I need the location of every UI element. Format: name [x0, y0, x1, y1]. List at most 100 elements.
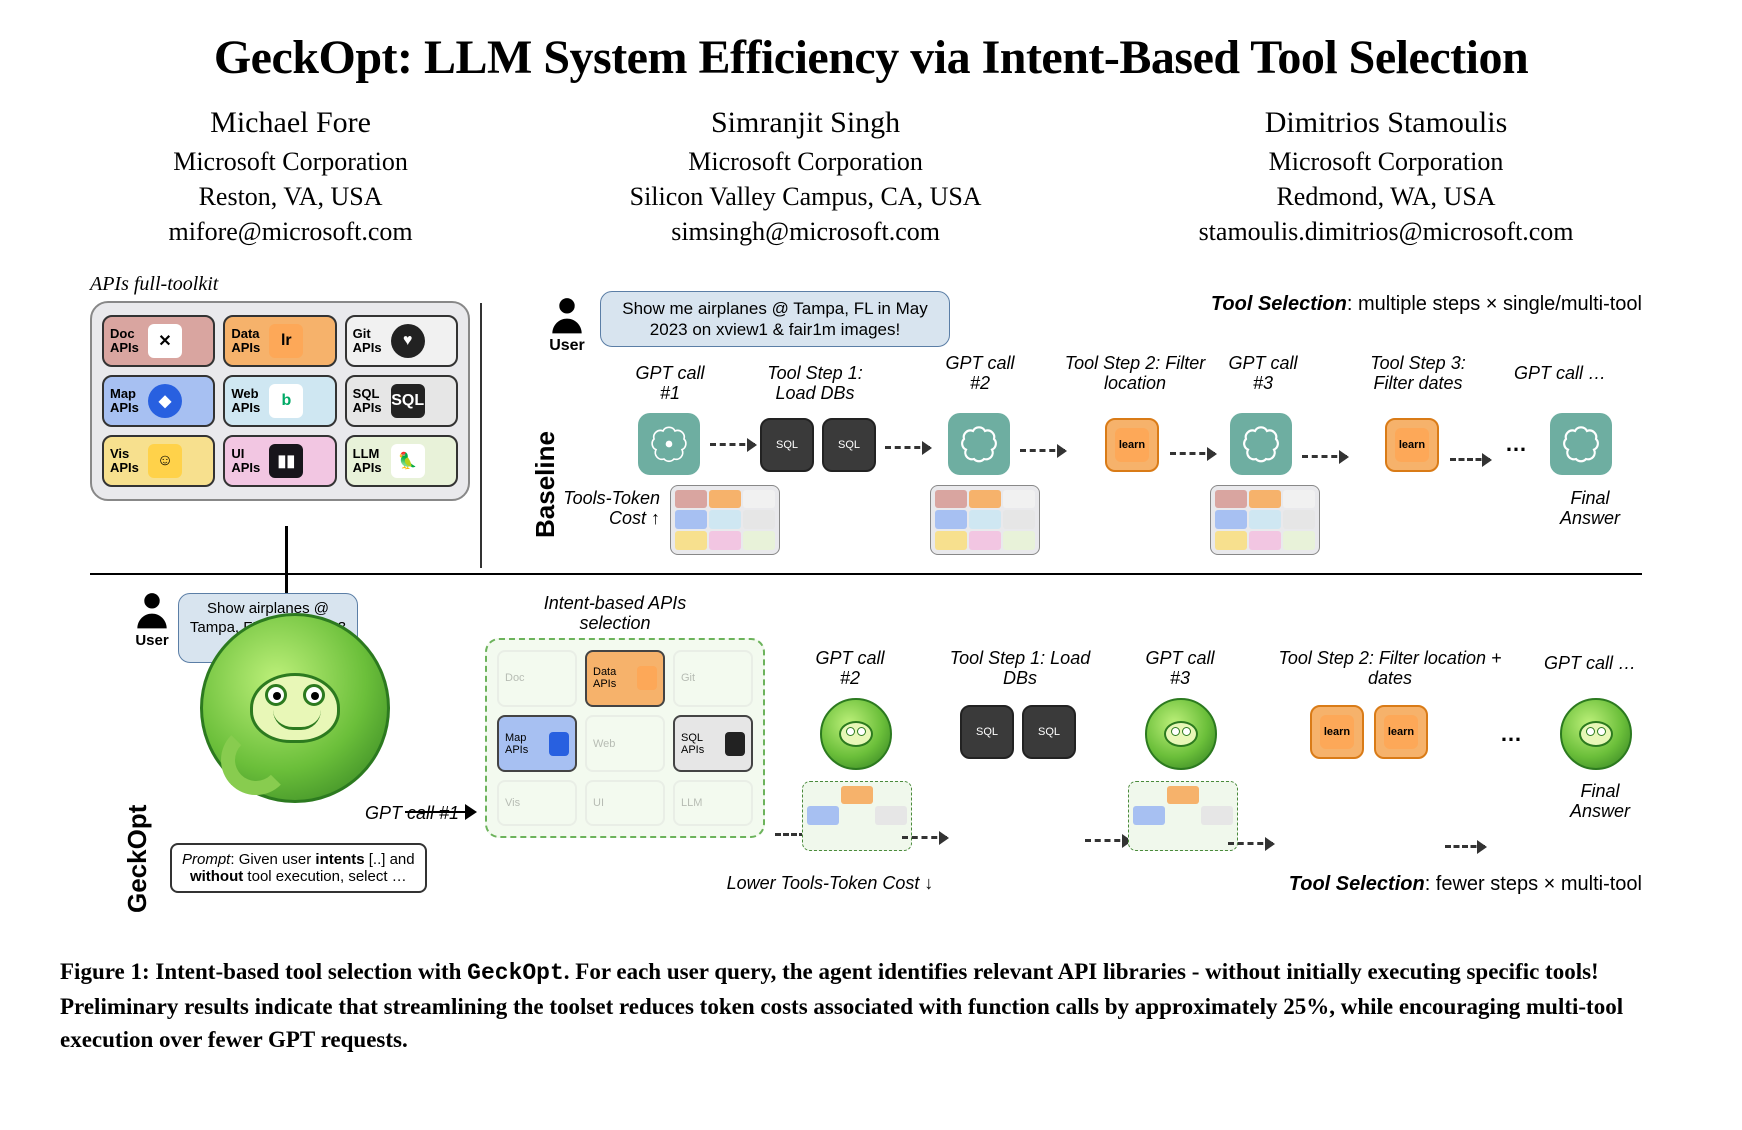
db-icon: SQL — [1022, 705, 1076, 759]
gpt-icon-1 — [638, 413, 700, 475]
gecko-logo-big — [200, 613, 390, 803]
api-card-map: Map APIs◆ — [102, 375, 215, 427]
page: GeckOpt: LLM System Efficiency via Inten… — [0, 0, 1742, 1077]
arrow-icon — [1170, 452, 1215, 455]
label-gptN: GPT call … — [1500, 363, 1620, 384]
label-tokens-down: Lower Tools-Token Cost ↓ — [680, 873, 980, 894]
author-loc: Silicon Valley Campus, CA, USA — [630, 179, 982, 214]
label-gptN-g: GPT call … — [1530, 653, 1650, 674]
api-card-data: Data APIslr — [223, 315, 336, 367]
gpt-icon-3 — [1230, 413, 1292, 475]
label-gpt3-g: GPT call #3 — [1135, 648, 1225, 689]
api-card-vis: Vis APIs☺ — [102, 435, 215, 487]
db-icon: SQL — [960, 705, 1014, 759]
label-gpt1-g: GPT call #1 — [365, 803, 459, 824]
arrow-icon — [1085, 839, 1130, 842]
divider-vertical — [480, 303, 482, 568]
emoji-icon: ☺ — [148, 444, 182, 478]
sklearn-icon: lr — [269, 324, 303, 358]
toolkit-label: APIs full-toolkit — [90, 273, 218, 296]
mini-toolkit-1 — [670, 485, 780, 555]
label-step3-base: Tool Step 3: Filter dates — [1348, 353, 1488, 394]
api-card-web: Web APIsb — [223, 375, 336, 427]
author-1: Michael Fore Microsoft Corporation Resto… — [168, 103, 412, 249]
api-toolkit-panel: Doc APIs✕ Data APIslr Git APIs♥ Map APIs… — [90, 301, 470, 501]
user-label: User — [545, 337, 589, 355]
label-step2-base: Tool Step 2: Filter location — [1060, 353, 1210, 394]
author-loc: Reston, VA, USA — [168, 179, 412, 214]
learn-box-2: learn — [1385, 418, 1439, 472]
parrot-icon: 🦜 — [391, 444, 425, 478]
chart-icon: ▮▮ — [269, 444, 303, 478]
arxiv-icon: ✕ — [148, 324, 182, 358]
mini-toolkit-3 — [1210, 485, 1320, 555]
api-card-git: Git APIs♥ — [345, 315, 458, 367]
gecko-small-n — [1560, 698, 1632, 770]
user-icon — [545, 293, 589, 337]
author-affil: Microsoft Corporation — [630, 144, 982, 179]
author-name: Michael Fore — [168, 103, 412, 144]
figure-1: APIs full-toolkit Doc APIs✕ Data APIslr … — [60, 273, 1682, 943]
gpt-icon-n — [1550, 413, 1612, 475]
map-icon: ◆ — [148, 384, 182, 418]
label-tokens-up: Tools-Token Cost ↑ — [540, 488, 660, 529]
author-email: simsingh@microsoft.com — [630, 214, 982, 249]
author-affil: Microsoft Corporation — [1199, 144, 1574, 179]
label-final-1: Final Answer — [1540, 488, 1640, 529]
user-icon — [130, 588, 174, 632]
baseline-user: User — [545, 293, 589, 355]
mini-toolkit-2 — [930, 485, 1040, 555]
prompt-box: Prompt: Given user intents [..] andwitho… — [170, 843, 427, 893]
arrow-icon — [1302, 455, 1347, 458]
arrow-icon — [902, 836, 947, 839]
author-affil: Microsoft Corporation — [168, 144, 412, 179]
row-label-geckopt: GeckOpt — [122, 804, 153, 912]
intent-selection-panel: Doc Data APIs Git Map APIs Web SQL APIs … — [485, 638, 765, 838]
arrow-icon — [1445, 845, 1485, 848]
arrow-icon — [1450, 458, 1490, 461]
gpt-icon-2 — [948, 413, 1010, 475]
user-label: User — [130, 632, 174, 649]
label-gpt3: GPT call #3 — [1218, 353, 1308, 394]
label-gpt1: GPT call #1 — [625, 363, 715, 404]
arrow-icon — [1228, 842, 1273, 845]
label-final-2: Final Answer — [1550, 781, 1650, 822]
label-step1-g: Tool Step 1: Load DBs — [945, 648, 1095, 689]
db-icon: SQL — [822, 418, 876, 472]
arrow-icon — [405, 811, 475, 813]
mini-toolkit-g1 — [802, 781, 912, 851]
author-loc: Redmond, WA, USA — [1199, 179, 1574, 214]
arrow-icon — [710, 443, 755, 446]
sql-icon: SQL — [391, 384, 425, 418]
gecko-small-3 — [1145, 698, 1217, 770]
github-icon: ♥ — [391, 324, 425, 358]
author-2: Simranjit Singh Microsoft Corporation Si… — [630, 103, 982, 249]
author-email: mifore@microsoft.com — [168, 214, 412, 249]
api-card-doc: Doc APIs✕ — [102, 315, 215, 367]
author-3: Dimitrios Stamoulis Microsoft Corporatio… — [1199, 103, 1574, 249]
label-gpt2-g: GPT call #2 — [805, 648, 895, 689]
author-email: stamoulis.dimitrios@microsoft.com — [1199, 214, 1574, 249]
figure-caption: Figure 1: Intent-based tool selection wi… — [60, 955, 1682, 1057]
user-bubble-baseline: Show me airplanes @ Tampa, FL in May 202… — [600, 291, 950, 348]
arrow-icon — [1020, 449, 1065, 452]
step1-boxes: SQL SQL — [760, 418, 876, 472]
divider-horizontal — [90, 573, 1642, 575]
geckopt-user: User — [130, 588, 174, 649]
author-block: Michael Fore Microsoft Corporation Resto… — [60, 103, 1682, 249]
author-name: Dimitrios Stamoulis — [1199, 103, 1574, 144]
label-step1: Tool Step 1: Load DBs — [750, 363, 880, 404]
arrow-icon — [885, 446, 930, 449]
ellipsis: … — [1500, 721, 1522, 747]
author-name: Simranjit Singh — [630, 103, 982, 144]
label-intent: Intent-based APIs selection — [515, 593, 715, 634]
api-card-sql: SQL APIsSQL — [345, 375, 458, 427]
api-card-ui: UI APIs▮▮ — [223, 435, 336, 487]
learn-boxes-g: learn learn — [1310, 705, 1428, 759]
learn-box-1: learn — [1105, 418, 1159, 472]
gecko-small-2 — [820, 698, 892, 770]
step1-boxes-g: SQL SQL — [960, 705, 1076, 759]
label-step2-g: Tool Step 2: Filter location + dates — [1270, 648, 1510, 689]
api-card-llm: LLM APIs🦜 — [345, 435, 458, 487]
ellipsis: … — [1505, 431, 1527, 457]
